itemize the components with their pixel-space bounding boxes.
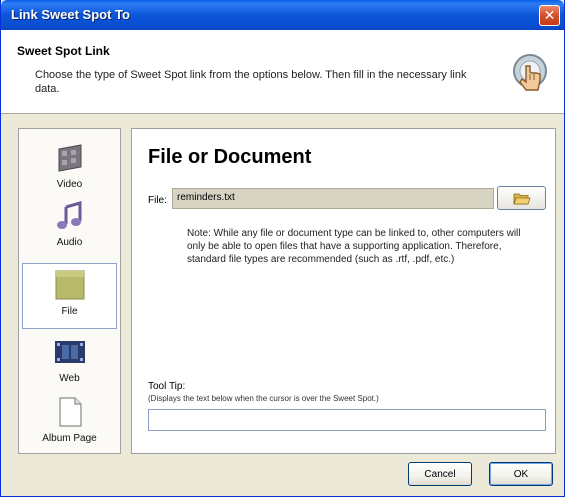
cancel-button[interactable]: Cancel [408,462,472,486]
sidebar-item-label: Audio [56,237,83,248]
sidebar-item-file[interactable]: File [22,263,117,329]
close-icon: ✕ [543,7,556,24]
folder-icon [55,270,84,300]
pointer-hand-icon [513,54,547,91]
panel-title: File or Document [148,146,312,168]
window-title: Link Sweet Spot To [11,7,130,22]
music-note-icon [56,201,81,229]
web-film-icon [54,341,85,363]
dialog-window: Link Sweet Spot To ✕ Sweet Spot Link Cho… [0,0,565,497]
sidebar-item-video[interactable]: Video [19,137,120,203]
video-film-icon [58,144,81,172]
page-icon [58,397,82,427]
sidebar-item-audio[interactable]: Audio [19,195,120,261]
sidebar-item-album-page[interactable]: Album Page [19,391,120,457]
sidebar-item-label: Album Page [42,433,97,444]
tooltip-field[interactable] [148,409,546,431]
browse-button[interactable] [497,186,546,210]
sidebar-item-label: File [61,306,78,317]
close-button[interactable]: ✕ [539,5,560,26]
ok-button[interactable]: OK [489,462,553,486]
tooltip-hint: (Displays the text below when the cursor… [148,394,379,403]
sidebar-item-label: Video [56,179,83,190]
title-bar[interactable]: Link Sweet Spot To ✕ [1,0,564,30]
header-title: Sweet Spot Link [17,44,110,58]
link-type-sidebar: Video Audio File Web Album Page [18,128,121,454]
dialog-header: Sweet Spot Link Choose the type of Sweet… [1,30,564,114]
file-path-field[interactable]: reminders.txt [172,188,494,209]
tooltip-label: Tool Tip: [148,381,186,392]
link-details-panel: File or Document File: reminders.txt Not… [131,128,556,454]
sidebar-item-label: Web [59,373,80,384]
open-folder-icon [512,193,531,205]
file-type-note: Note: While any file or document type ca… [187,228,521,265]
sidebar-item-web[interactable]: Web [19,331,120,397]
file-label: File: [148,195,167,206]
header-description: Choose the type of Sweet Spot link from … [35,69,467,95]
